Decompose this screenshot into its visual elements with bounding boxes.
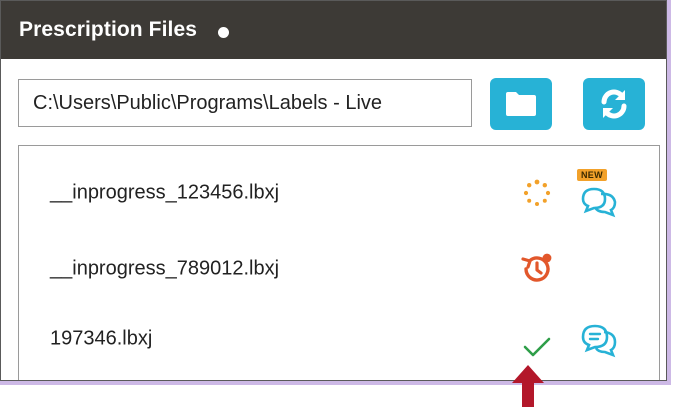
- refresh-icon: [601, 89, 627, 119]
- file-row[interactable]: __inprogress_123456.lbxj NEW: [19, 163, 659, 223]
- status-dot-icon: [218, 26, 230, 38]
- folder-icon: [506, 92, 536, 116]
- file-list[interactable]: __inprogress_123456.lbxj NEW __inprogres…: [18, 145, 660, 380]
- up-arrow-icon: [512, 365, 544, 407]
- loading-spinner-icon: [519, 175, 555, 211]
- file-name: __inprogress_789012.lbxj: [50, 257, 280, 280]
- file-name: __inprogress_123456.lbxj: [50, 181, 280, 204]
- panel-header: Prescription Files: [1, 1, 666, 59]
- new-message-icon[interactable]: NEW: [577, 169, 621, 218]
- browse-folder-button[interactable]: [490, 78, 552, 130]
- folder-path-input[interactable]: [18, 79, 472, 127]
- history-alert-icon: [519, 251, 555, 287]
- panel-title: Prescription Files: [19, 18, 198, 41]
- file-row[interactable]: 197346.lbxj: [19, 309, 659, 369]
- checkmark-icon: [519, 329, 555, 365]
- file-name: 197346.lbxj: [50, 327, 153, 350]
- message-icon[interactable]: [577, 317, 621, 361]
- file-row[interactable]: __inprogress_789012.lbxj: [19, 239, 659, 299]
- new-badge: NEW: [577, 169, 607, 181]
- refresh-button[interactable]: [583, 78, 645, 130]
- prescription-files-panel: Prescription Files __inprogress_123456.l…: [0, 0, 667, 381]
